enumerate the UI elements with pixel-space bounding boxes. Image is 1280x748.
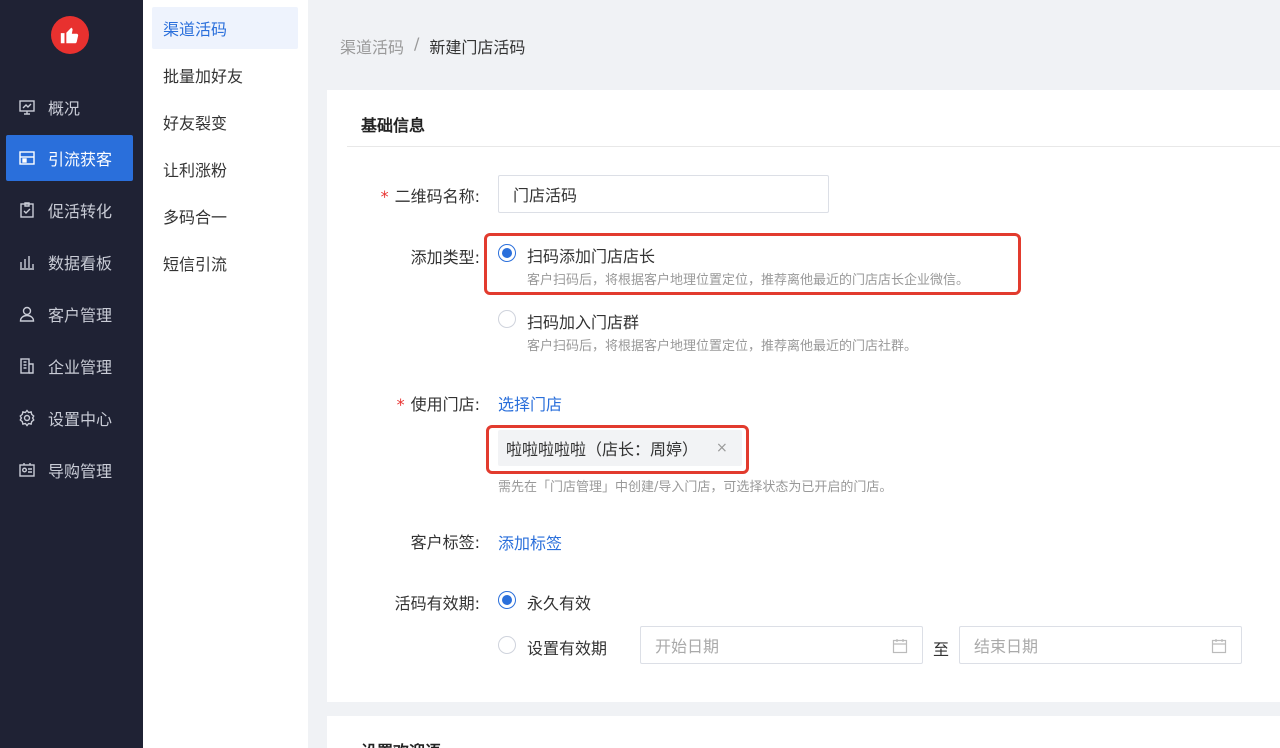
submenu-item-fission[interactable]: 好友裂变: [152, 101, 298, 143]
dashboard-icon: [18, 98, 36, 116]
qr-name-label: * 二维码名称:: [380, 187, 480, 206]
gear-icon: [18, 409, 36, 427]
option-join-group-desc: 客户扫码后，将根据客户地理位置定位，推荐离他最近的门店社群。: [527, 339, 918, 354]
nav-label: 数据看板: [48, 254, 113, 273]
customer-tags-label: 客户标签:: [410, 533, 480, 552]
nav-item-settings[interactable]: 设置中心: [6, 395, 133, 441]
radio-permanent[interactable]: [498, 591, 516, 609]
breadcrumb-parent[interactable]: 渠道活码: [340, 34, 404, 58]
bar-chart-icon: [18, 253, 36, 271]
end-date-input[interactable]: 结束日期: [959, 626, 1242, 664]
option-permanent-label[interactable]: 永久有效: [527, 590, 591, 614]
date-range-separator: 至: [933, 640, 950, 659]
validity-label: 活码有效期:: [394, 594, 480, 613]
id-card-icon: [18, 461, 36, 479]
select-store-link[interactable]: 选择门店: [498, 391, 562, 415]
option-set-validity-label[interactable]: 设置有效期: [527, 635, 607, 659]
section-title: 基础信息: [361, 116, 426, 135]
nav-label: 客户管理: [48, 306, 113, 325]
nav-label: 企业管理: [48, 358, 113, 377]
nav-label: 引流获客: [48, 150, 113, 169]
nav-item-guide[interactable]: 导购管理: [6, 447, 133, 493]
clipboard-icon: [18, 201, 36, 219]
store-hint: 需先在「门店管理」中创建/导入门店，可选择状态为已开启的门店。: [498, 480, 893, 495]
nav-item-activation[interactable]: 促活转化: [6, 187, 133, 233]
submenu-item-multi-code[interactable]: 多码合一: [152, 195, 298, 237]
building-icon: [18, 357, 36, 375]
nav-label: 促活转化: [48, 202, 113, 221]
nav-label: 概况: [48, 99, 81, 118]
radio-set-validity[interactable]: [498, 636, 516, 654]
sub-menu: 渠道活码 批量加好友 好友裂变 让利涨粉 多码合一 短信引流: [143, 0, 308, 748]
calendar-icon: [892, 639, 908, 654]
qr-name-input[interactable]: 门店活码: [498, 175, 829, 213]
nav-item-acquisition[interactable]: 引流获客: [6, 135, 133, 181]
user-icon: [18, 305, 36, 323]
nav-label: 设置中心: [48, 410, 113, 429]
section-divider: [347, 146, 1280, 147]
section-title-welcome: 设置欢迎语: [361, 738, 441, 748]
nav-item-enterprise[interactable]: 企业管理: [6, 343, 133, 389]
required-mark: *: [396, 395, 405, 414]
highlight-box-store-tag: [486, 425, 749, 474]
breadcrumb-current: 新建门店活码: [429, 38, 526, 57]
nav-item-customers[interactable]: 客户管理: [6, 291, 133, 337]
nav-item-overview[interactable]: 概况: [6, 84, 133, 130]
start-date-input[interactable]: 开始日期: [640, 626, 923, 664]
submenu-item-channel-code[interactable]: 渠道活码: [152, 7, 298, 49]
add-type-label: 添加类型:: [410, 248, 480, 267]
breadcrumb: 渠道活码 / 新建门店活码: [340, 34, 525, 58]
breadcrumb-separator: /: [414, 34, 420, 53]
highlight-box-add-type: [484, 233, 1021, 295]
nav-label: 导购管理: [48, 462, 113, 481]
option-join-group-label[interactable]: 扫码加入门店群: [527, 309, 639, 333]
submenu-item-sms[interactable]: 短信引流: [152, 242, 298, 284]
add-tag-link[interactable]: 添加标签: [498, 530, 562, 554]
submenu-item-discount[interactable]: 让利涨粉: [152, 148, 298, 190]
radio-join-group[interactable]: [498, 310, 516, 328]
thumbs-up-logo-icon[interactable]: [51, 16, 89, 54]
nav-item-data-board[interactable]: 数据看板: [6, 239, 133, 285]
welcome-message-card: 设置欢迎语: [327, 716, 1280, 748]
required-mark: *: [380, 187, 389, 206]
main-sidebar: 概况 引流获客 促活转化 数据看板 客户管理 企业管理 设置中心 导购管理: [0, 0, 143, 748]
store-label: * 使用门店:: [396, 395, 480, 414]
calendar-icon: [1211, 639, 1227, 654]
submenu-item-batch-add[interactable]: 批量加好友: [152, 54, 298, 96]
store-icon: [18, 149, 36, 167]
